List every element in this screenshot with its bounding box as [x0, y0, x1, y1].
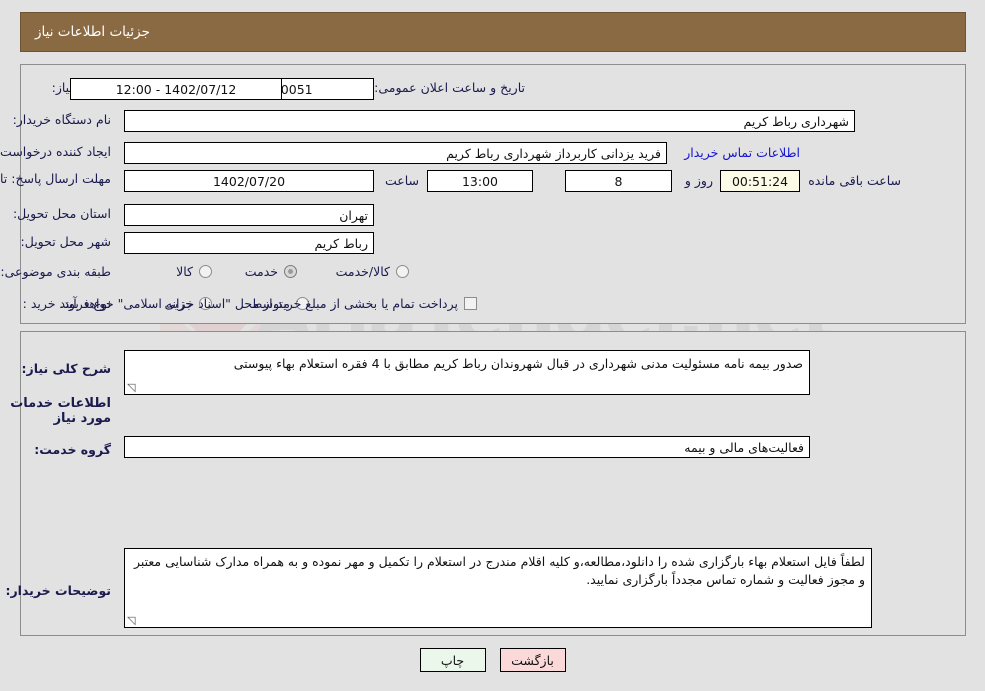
countdown-value: 00:51:24 [720, 170, 800, 192]
treasury-checkbox-group[interactable]: پرداخت تمام یا بخشی از مبلغ خرید،از محل … [59, 296, 477, 311]
category-option-khedmat[interactable]: خدمت [245, 264, 297, 279]
page-title: جزئیات اطلاعات نیاز [35, 24, 150, 40]
city-row: شهر محل تحویل: [21, 234, 111, 249]
need-info-panel [20, 64, 966, 324]
category-option-khedmat-label: خدمت [244, 264, 278, 279]
creator-row: ایجاد کننده درخواست: [0, 144, 111, 159]
creator-label: ایجاد کننده درخواست: [0, 144, 111, 159]
service-group-value: فعالیت‌های مالی و بیمه [124, 436, 810, 458]
general-description-text: صدور بیمه نامه مسئولیت مدنی شهرداری در ق… [233, 356, 803, 371]
category-option-kala-khedmat[interactable]: کالا/خدمت [336, 264, 409, 279]
buyer-contact-link[interactable]: اطلاعات تماس خریدار [684, 145, 800, 160]
category-option-kala[interactable]: کالا [176, 264, 212, 279]
city-label: شهر محل تحویل: [20, 234, 111, 249]
page-header: جزئیات اطلاعات نیاز [20, 12, 966, 52]
services-section-title: اطلاعات خدمات مورد نیاز [10, 396, 111, 426]
buyer-org-row: نام دستگاه خریدار: [13, 112, 111, 127]
radio-khedmat-icon[interactable] [284, 265, 297, 278]
days-label: روز و [684, 173, 713, 188]
general-description-value[interactable]: صدور بیمه نامه مسئولیت مدنی شهرداری در ق… [124, 350, 810, 395]
announce-label: تاریخ و ساعت اعلان عمومی: [374, 80, 525, 95]
deadline-row: مهلت ارسال پاسخ: تا تاریخ: [0, 168, 111, 187]
page-root: AriaTender.net جزئیات اطلاعات نیاز شماره… [0, 0, 985, 691]
buyer-org-value: شهرداری رباط کریم [124, 110, 855, 132]
treasury-checkbox-icon[interactable] [464, 297, 477, 310]
buyer-notes-label: توضیحات خریدار: [5, 583, 111, 598]
announce-value: 1402/07/12 - 12:00 [70, 78, 282, 100]
deadline-time-value: 13:00 [427, 170, 533, 192]
category-label: طبقه بندی موضوعی: [0, 264, 111, 279]
deadline-label: مهلت ارسال پاسخ: تا تاریخ: [0, 171, 111, 186]
deadline-date-value: 1402/07/20 [124, 170, 374, 192]
category-option-kala-khedmat-label: کالا/خدمت [335, 264, 390, 279]
footer-buttons: بازگشت چاپ [0, 648, 985, 672]
category-row: طبقه بندی موضوعی: [0, 264, 111, 279]
print-button[interactable]: چاپ [419, 648, 486, 672]
province-row: استان محل تحویل: [13, 206, 111, 221]
creator-value: فرید یزدانی کاربرداز شهرداری رباط کریم [124, 142, 667, 164]
remaining-label: ساعت باقی مانده [808, 173, 901, 188]
category-option-kala-label: کالا [176, 264, 193, 279]
buyer-org-label: نام دستگاه خریدار: [12, 112, 111, 127]
buyer-notes-value[interactable]: لطفاً فایل استعلام بهاء بارگزاری شده را … [124, 548, 872, 628]
days-remaining-value: 8 [565, 170, 672, 192]
service-group-label: گروه خدمت: [34, 442, 111, 457]
hour-label: ساعت [384, 173, 419, 188]
radio-kala-khedmat-icon[interactable] [396, 265, 409, 278]
city-value: رباط کریم [124, 232, 374, 254]
buyer-notes-text: لطفاً فایل استعلام بهاء بارگزاری شده را … [133, 554, 865, 588]
resize-grip-icon[interactable]: ◸ [127, 381, 137, 394]
radio-kala-icon[interactable] [199, 265, 212, 278]
treasury-checkbox-label: پرداخت تمام یا بخشی از مبلغ خرید،از محل … [59, 296, 458, 311]
general-description-label: شرح کلی نیاز: [21, 361, 111, 376]
back-button[interactable]: بازگشت [499, 648, 566, 672]
announce-label-wrap: تاریخ و ساعت اعلان عمومی: [374, 80, 525, 95]
resize-grip-icon-notes[interactable]: ◸ [127, 614, 137, 627]
province-label: استان محل تحویل: [12, 206, 111, 221]
province-value: تهران [124, 204, 374, 226]
